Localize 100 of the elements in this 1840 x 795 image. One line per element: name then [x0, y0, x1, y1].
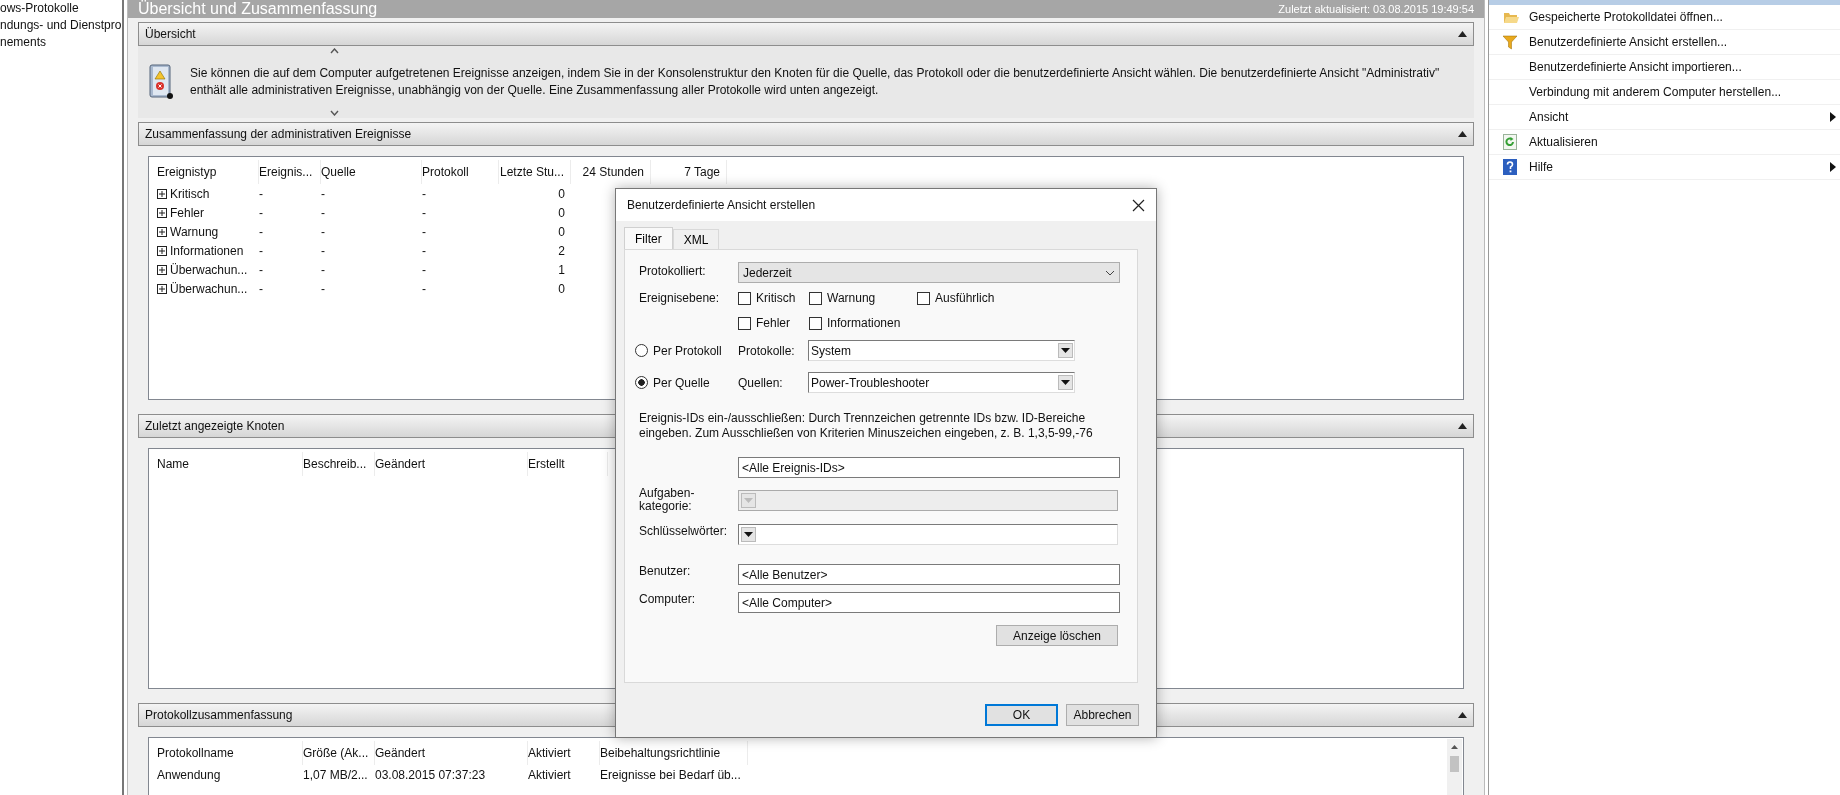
action-label: Ansicht — [1529, 110, 1570, 124]
table-cell-text: - — [259, 205, 264, 220]
ok-button[interactable]: OK — [985, 704, 1058, 726]
combo-box[interactable]: Power-Troubleshooter — [808, 372, 1075, 393]
checkbox-label: Warnung — [827, 291, 876, 305]
tab[interactable]: XML — [672, 229, 720, 249]
column-header[interactable]: Aktiviert — [528, 741, 600, 765]
table-cell-text: - — [321, 205, 326, 220]
table-cell-text: 0 — [557, 205, 566, 220]
checkbox[interactable] — [738, 316, 751, 330]
radio-label: Per Quelle — [653, 375, 710, 390]
field-label: Ereignisebene: — [639, 291, 721, 305]
action-item[interactable]: Verbindung mit anderem Computer herstellen... — [1489, 80, 1840, 105]
clear-button[interactable]: Anzeige löschen — [996, 625, 1118, 646]
tab[interactable]: Filter — [624, 227, 673, 249]
collapse-icon[interactable] — [1458, 31, 1467, 37]
column-header[interactable]: Beschreib... — [303, 452, 375, 476]
expand-icon[interactable] — [157, 283, 167, 294]
table-cell-text: 03.08.2015 07:37:23 — [375, 767, 487, 782]
checkbox[interactable] — [809, 316, 822, 330]
input-field[interactable]: <Alle Computer> — [738, 592, 1120, 613]
table-cell-text: Ereignisse bei Bedarf üb... — [600, 767, 742, 782]
action-label: Aktualisieren — [1529, 135, 1599, 149]
input-field[interactable]: <Alle Ereignis-IDs> — [738, 457, 1120, 478]
column-header[interactable]: Geändert — [375, 452, 528, 476]
column-header[interactable]: 7 Tage — [651, 160, 727, 184]
table-cell-text: 0 — [557, 281, 566, 296]
collapse-icon[interactable] — [1458, 423, 1467, 429]
scroll-up-icon[interactable] — [1450, 744, 1459, 750]
field-label: Protokolle: — [738, 343, 796, 358]
column-header[interactable]: Beibehaltungsrichtlinie — [600, 741, 748, 765]
column-header[interactable]: Ereignis... — [259, 160, 321, 184]
column-header[interactable]: Quelle — [321, 160, 422, 184]
page-title: Übersicht und Zusammenfassung — [138, 0, 378, 18]
checkbox-label: Fehler — [756, 316, 790, 330]
radio-button[interactable] — [635, 344, 648, 357]
expand-icon[interactable] — [157, 188, 167, 199]
action-item[interactable]: Hilfe — [1489, 155, 1840, 180]
column-header[interactable]: Größe (Ak... — [303, 741, 375, 765]
overview-text: Sie können die auf dem Computer aufgetretenen Ereignisse anzeigen, indem Sie in der Konsolenstruktur den Knoten für die Quelle, das Protokoll oder die benutzerdefinierte Ansicht wählen. Die benutzerdefinierte Ansicht "Administrativ" enthält alle administrativen Ereignisse, unabhängig von der Quelle. Eine Zusammenfassung aller Protokolle wird unten angezeigt. — [190, 65, 1441, 99]
section-title: Zusammenfassung der administrativen Ereignisse — [145, 127, 412, 141]
table-cell-text: - — [321, 243, 326, 258]
table-cell-text: - — [422, 262, 427, 277]
table-cell-text: - — [259, 224, 264, 239]
column-header[interactable]: Ereignistyp — [157, 160, 259, 184]
checkbox-label: Informationen — [827, 316, 901, 330]
action-item[interactable]: Benutzerdefinierte Ansicht importieren... — [1489, 55, 1840, 80]
column-header[interactable]: Protokoll — [422, 160, 499, 184]
tree-item[interactable]: nements — [0, 34, 122, 51]
section-title: Zuletzt angezeigte Knoten — [145, 419, 285, 433]
column-header[interactable]: 24 Stunden — [571, 160, 651, 184]
checkbox-label: Kritisch — [756, 291, 796, 305]
dropdown[interactable]: Jederzeit — [738, 262, 1120, 283]
action-label: Gespeicherte Protokolldatei öffnen... — [1529, 10, 1724, 24]
tree-item[interactable]: ndungs- und Dienstpro — [0, 17, 122, 34]
checkbox[interactable] — [809, 291, 822, 305]
column-header[interactable]: Name — [157, 452, 303, 476]
table-cell-text: 1 — [557, 262, 566, 277]
table-cell-text: 1,07 MB/2... — [303, 767, 369, 782]
scrollbar-thumb[interactable] — [1450, 756, 1459, 772]
table-cell-text: - — [422, 205, 427, 220]
table-cell-text: - — [422, 224, 427, 239]
filter-icon — [1503, 34, 1517, 50]
radio-button[interactable] — [635, 376, 648, 389]
action-item[interactable]: Aktualisieren — [1489, 130, 1840, 155]
field-label: Benutzer: — [639, 564, 692, 578]
expand-icon[interactable] — [157, 226, 167, 237]
expand-icon[interactable] — [157, 245, 167, 256]
field-label: Aufgaben-kategorie: — [639, 487, 696, 513]
refresh-icon — [1503, 134, 1517, 150]
table-cell-text: 2 — [557, 243, 566, 258]
column-header[interactable]: Geändert — [375, 741, 528, 765]
column-header[interactable]: Protokollname — [157, 741, 303, 765]
section-header[interactable]: Zusammenfassung der administrativen Ereignisse — [138, 122, 1474, 146]
combo-box[interactable]: System — [808, 340, 1075, 361]
dialog-title: Benutzerdefinierte Ansicht erstellen — [627, 198, 816, 212]
scrollbar[interactable] — [1447, 739, 1462, 795]
action-item[interactable]: Ansicht — [1489, 105, 1840, 130]
column-header[interactable]: Erstellt — [528, 452, 608, 476]
combo-box[interactable] — [738, 524, 1118, 545]
checkbox[interactable] — [738, 291, 751, 305]
table-cell: Überwachun... — [170, 262, 248, 277]
action-label: Benutzerdefinierte Ansicht importieren... — [1529, 60, 1743, 74]
table-cell-text: Anwendung — [157, 767, 222, 782]
collapse-icon[interactable] — [1458, 712, 1467, 718]
input-field[interactable]: <Alle Benutzer> — [738, 564, 1120, 585]
collapse-icon[interactable] — [1458, 131, 1467, 137]
field-label: Protokolliert: — [639, 263, 707, 278]
cancel-button[interactable]: Abbrechen — [1066, 704, 1139, 726]
table-cell: Warnung — [170, 224, 219, 239]
action-item[interactable]: Benutzerdefinierte Ansicht erstellen... — [1489, 30, 1840, 55]
action-item[interactable]: Gespeicherte Protokolldatei öffnen... — [1489, 5, 1840, 30]
field-label: Quellen: — [738, 375, 784, 390]
table-cell: Überwachun... — [170, 281, 248, 296]
expand-icon[interactable] — [157, 207, 167, 218]
checkbox[interactable] — [917, 291, 930, 305]
section-header[interactable]: Übersicht — [138, 22, 1474, 46]
column-header[interactable]: Letzte Stu... — [499, 160, 571, 184]
expand-icon[interactable] — [157, 264, 167, 275]
tree-item[interactable]: ows-Protokolle — [0, 0, 122, 17]
